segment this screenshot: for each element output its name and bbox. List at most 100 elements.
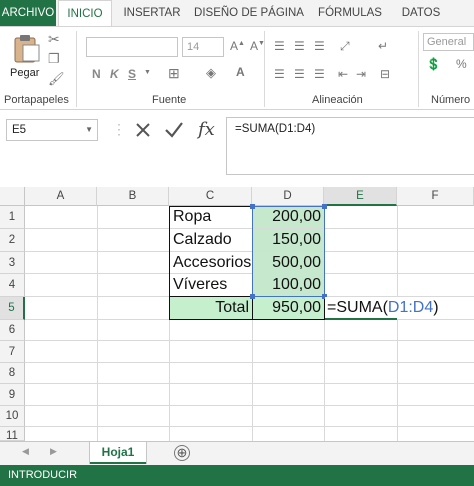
align-bottom-icon[interactable]: ☰ [314, 39, 325, 53]
tab-formulas[interactable]: FÓRMULAS [310, 0, 390, 26]
row-header-11[interactable]: 11 [0, 427, 25, 441]
shrink-font-icon[interactable]: A▼ [250, 39, 265, 53]
gridline [25, 426, 474, 427]
row-header-2[interactable]: 2 [0, 229, 25, 252]
formula-reference: D1:D4 [387, 299, 434, 316]
wrap-text-icon[interactable]: ↵ [378, 39, 388, 53]
formula-actions: fx [126, 119, 226, 141]
paste-button[interactable]: Pegar [8, 31, 44, 83]
tab-datos[interactable]: DATOS [392, 0, 450, 26]
font-group-label: Fuente [152, 94, 187, 106]
reference-handle[interactable] [322, 204, 327, 209]
enter-icon[interactable] [164, 121, 184, 139]
align-left-icon[interactable]: ☰ [274, 67, 285, 81]
chevron-down-icon[interactable]: ▼ [85, 120, 93, 140]
tab-archivo[interactable]: ARCHIVO [0, 0, 56, 26]
orientation-icon[interactable]: ⤢ [340, 39, 350, 54]
status-mode: INTRODUCIR [8, 469, 78, 481]
formula-reference-range [252, 206, 325, 297]
dropdown-icon[interactable]: ▼ [144, 69, 151, 76]
gridline [25, 362, 474, 363]
clipboard-group-label: Portapapeles [4, 94, 69, 106]
alignment-group-label: Alineación [312, 94, 363, 106]
column-header-b[interactable]: B [97, 187, 169, 206]
row-header-6[interactable]: 6 [0, 320, 25, 341]
row-header-4[interactable]: 4 [0, 274, 25, 297]
underline-icon[interactable]: S [128, 67, 136, 81]
cut-icon[interactable]: ✂ [48, 31, 60, 48]
active-cell-editor[interactable]: =SUMA(D1:D4) [325, 297, 439, 319]
italic-icon[interactable]: K [110, 67, 119, 81]
formula-prefix: =SUMA( [327, 299, 388, 316]
active-cell-border [325, 318, 397, 320]
tab-insertar[interactable]: INSERTAR [116, 0, 188, 26]
row-header-5[interactable]: 5 [0, 297, 25, 320]
paste-label: Pegar [10, 67, 40, 79]
fill-color-icon[interactable]: ◈ [206, 65, 216, 81]
number-format-box[interactable]: General [423, 33, 474, 51]
column-header-f[interactable]: F [397, 187, 474, 206]
number-group-label: Número [431, 94, 471, 106]
gridline [25, 340, 474, 341]
row-header-1[interactable]: 1 [0, 206, 25, 229]
row-header-7[interactable]: 7 [0, 341, 25, 363]
ribbon-tab-bar: ARCHIVO INICIO INSERTAR DISEÑO DE PÁGINA… [0, 0, 474, 27]
font-size-box[interactable]: 14 [182, 37, 224, 57]
gridline [25, 405, 474, 406]
font-name-box[interactable] [86, 37, 178, 57]
group-divider [76, 31, 77, 107]
grow-font-icon[interactable]: A▲ [230, 39, 245, 53]
font-color-icon[interactable]: A [236, 65, 245, 79]
worksheet-grid[interactable]: A B C D E F 1 2 3 4 5 6 7 8 9 10 11 Ropa… [0, 187, 474, 441]
total-row-border [169, 296, 325, 320]
formula-suffix: ) [433, 299, 439, 316]
reference-handle[interactable] [250, 294, 255, 299]
row-header-10[interactable]: 10 [0, 406, 25, 427]
column-header-a[interactable]: A [25, 187, 97, 206]
gridline [25, 383, 474, 384]
currency-icon[interactable]: 💲 [426, 57, 441, 71]
format-painter-icon[interactable]: 🖌 [48, 71, 65, 87]
next-sheet-icon[interactable]: ▶ [50, 446, 57, 457]
name-box[interactable]: E5 ▼ [6, 119, 98, 141]
insert-function-icon[interactable]: fx [198, 119, 215, 140]
number-format-value: General [427, 36, 467, 48]
more-icon: ⋮ [112, 121, 126, 137]
formula-input[interactable]: =SUMA(D1:D4) [226, 117, 474, 175]
align-middle-icon[interactable]: ☰ [294, 39, 305, 53]
prev-sheet-icon[interactable]: ◀ [22, 446, 29, 457]
formula-bar: E5 ▼ ⋮ fx =SUMA(D1:D4) [0, 111, 474, 179]
column-header-d[interactable]: D [252, 187, 324, 206]
tab-diseno-de-pagina[interactable]: DISEÑO DE PÁGINA [190, 0, 308, 26]
clipboard-icon [14, 35, 40, 63]
select-all-corner[interactable] [0, 187, 25, 206]
sheet-tab-hoja1[interactable]: Hoja1 [90, 442, 146, 464]
group-divider [264, 31, 265, 107]
column-header-c[interactable]: C [169, 187, 252, 206]
formula-text: =SUMA(D1:D4) [235, 123, 316, 135]
status-bar: INTRODUCIR [0, 465, 474, 486]
ribbon: Pegar ✂ ❐ 🖌 Portapapeles 14 A▲ A▼ N K S … [0, 26, 474, 110]
group-divider [418, 31, 419, 107]
merge-center-icon[interactable]: ⊟ [380, 67, 390, 81]
add-sheet-icon[interactable]: ⊕ [174, 445, 190, 461]
align-top-icon[interactable]: ☰ [274, 39, 285, 53]
borders-icon[interactable]: ⊞ [168, 65, 180, 82]
percent-icon[interactable]: % [456, 57, 467, 71]
cancel-icon[interactable] [134, 121, 152, 139]
column-header-e[interactable]: E [324, 187, 397, 206]
row-header-3[interactable]: 3 [0, 252, 25, 274]
bold-icon[interactable]: N [92, 67, 101, 81]
decrease-indent-icon[interactable]: ⇤ [338, 67, 348, 81]
font-size-value: 14 [187, 41, 200, 53]
name-box-value: E5 [12, 124, 27, 136]
increase-indent-icon[interactable]: ⇥ [356, 67, 366, 81]
copy-icon[interactable]: ❐ [48, 51, 60, 67]
row-header-9[interactable]: 9 [0, 384, 25, 406]
align-right-icon[interactable]: ☰ [314, 67, 325, 81]
tab-inicio[interactable]: INICIO [58, 0, 112, 27]
row-header-8[interactable]: 8 [0, 363, 25, 384]
sheet-tab-bar: ◀ ▶ Hoja1 ⊕ [0, 441, 474, 465]
align-center-icon[interactable]: ☰ [294, 67, 305, 81]
reference-handle[interactable] [250, 204, 255, 209]
